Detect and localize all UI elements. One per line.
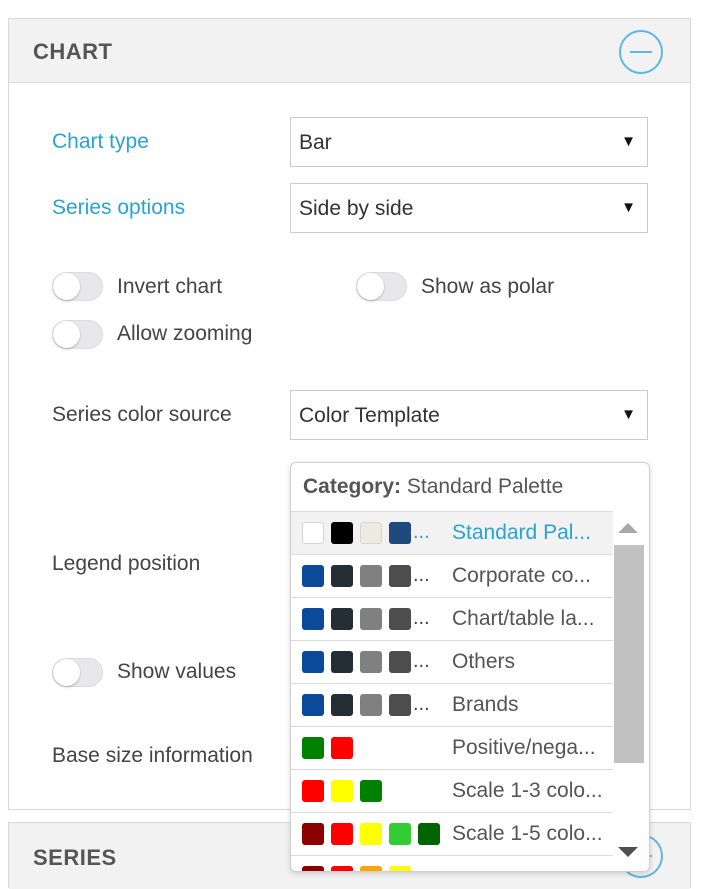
show-values-toggle[interactable] (52, 658, 103, 687)
color-template-name: Chart/table la... (452, 607, 595, 630)
color-template-option[interactable]: ... Standard Pal... (291, 511, 613, 554)
dropdown-arrow-icon: ▼ (621, 406, 636, 423)
color-template-option[interactable]: Scale 1-3 colo... (291, 769, 613, 812)
series-color-source-label: Series color source (52, 403, 232, 426)
dropdown-arrow-icon: ▼ (621, 133, 636, 150)
chart-panel-title: CHART (33, 39, 113, 64)
color-swatch (360, 651, 382, 673)
chart-type-select[interactable]: Bar ▼ (290, 117, 648, 167)
color-swatch (389, 651, 411, 673)
color-template-option[interactable]: ... Others (291, 640, 613, 683)
color-swatch (360, 823, 382, 845)
color-swatch (360, 608, 382, 630)
color-swatch (302, 651, 324, 673)
color-template-option[interactable] (291, 855, 613, 871)
color-template-option[interactable]: ... Chart/table la... (291, 597, 613, 640)
show-as-polar-toggle[interactable] (356, 272, 407, 301)
more-colors-ellipsis: ... (413, 693, 430, 715)
chart-type-value: Bar (299, 131, 332, 154)
scroll-up-arrow-icon[interactable] (618, 523, 638, 533)
category-label: Category: (303, 475, 402, 498)
color-template-option[interactable]: Scale 1-5 colo... (291, 812, 613, 855)
more-colors-ellipsis: ... (413, 521, 430, 543)
color-swatch (360, 866, 382, 871)
color-swatch (302, 823, 324, 845)
chart-panel-header[interactable]: CHART (9, 19, 690, 83)
color-swatch (389, 866, 411, 871)
more-colors-ellipsis: ... (413, 650, 430, 672)
color-template-option[interactable]: ... Corporate co... (291, 554, 613, 597)
color-template-name: Scale 1-5 colo... (452, 822, 603, 845)
series-color-source-select[interactable]: Color Template ▼ (290, 390, 648, 440)
color-swatch (331, 651, 353, 673)
color-swatch (331, 823, 353, 845)
color-swatch (331, 565, 353, 587)
color-swatch (360, 694, 382, 716)
chart-type-label: Chart type (52, 130, 149, 153)
color-swatch (302, 608, 324, 630)
color-swatch (302, 565, 324, 587)
color-swatch (302, 522, 324, 544)
color-template-dropdown: Category: Standard Palette ... Standard P… (290, 462, 650, 872)
color-swatch (360, 565, 382, 587)
color-template-name: Standard Pal... (452, 521, 591, 544)
color-template-list[interactable]: ... Standard Pal...... Corporate co...... C… (291, 511, 613, 871)
category-header[interactable]: Category: Standard Palette (303, 475, 563, 499)
invert-chart-toggle[interactable] (52, 272, 103, 301)
color-swatch (331, 522, 353, 544)
show-as-polar-label: Show as polar (421, 275, 555, 298)
color-swatch (360, 522, 382, 544)
color-swatch (389, 522, 411, 544)
color-template-option[interactable]: Positive/nega... (291, 726, 613, 769)
color-swatch (302, 737, 324, 759)
color-template-option[interactable]: ... Brands (291, 683, 613, 726)
more-colors-ellipsis: ... (413, 564, 430, 586)
color-swatch (331, 737, 353, 759)
color-swatch (360, 780, 382, 802)
color-template-name: Positive/nega... (452, 736, 596, 759)
scroll-thumb[interactable] (614, 545, 644, 763)
series-color-source-value: Color Template (299, 404, 440, 427)
color-swatch (418, 823, 440, 845)
dropdown-scrollbar[interactable] (613, 511, 648, 871)
series-options-value: Side by side (299, 197, 414, 220)
series-options-label: Series options (52, 196, 186, 219)
color-template-name: Scale 1-3 colo... (452, 779, 603, 802)
base-size-information-label: Base size information (52, 744, 253, 767)
allow-zooming-label: Allow zooming (117, 322, 253, 345)
category-value: Standard Palette (406, 475, 564, 498)
collapse-minus-icon[interactable] (619, 30, 663, 74)
color-swatch (389, 694, 411, 716)
color-swatch (302, 866, 324, 871)
invert-chart-label: Invert chart (117, 275, 223, 298)
series-panel-title: SERIES (33, 845, 117, 870)
color-swatch (302, 780, 324, 802)
color-template-name: Corporate co... (452, 564, 591, 587)
dropdown-arrow-icon: ▼ (621, 199, 636, 216)
color-template-name: Brands (452, 693, 519, 716)
color-swatch (331, 866, 353, 871)
color-swatch (331, 608, 353, 630)
legend-position-label: Legend position (52, 552, 201, 575)
color-swatch (302, 694, 324, 716)
color-swatch (331, 694, 353, 716)
show-values-label: Show values (117, 660, 237, 683)
color-swatch (389, 608, 411, 630)
more-colors-ellipsis: ... (413, 607, 430, 629)
color-swatch (389, 565, 411, 587)
allow-zooming-toggle[interactable] (52, 320, 103, 349)
scroll-down-arrow-icon[interactable] (618, 847, 638, 857)
color-swatch (389, 823, 411, 845)
series-options-select[interactable]: Side by side ▼ (290, 183, 648, 233)
color-swatch (331, 780, 353, 802)
color-template-name: Others (452, 650, 516, 673)
